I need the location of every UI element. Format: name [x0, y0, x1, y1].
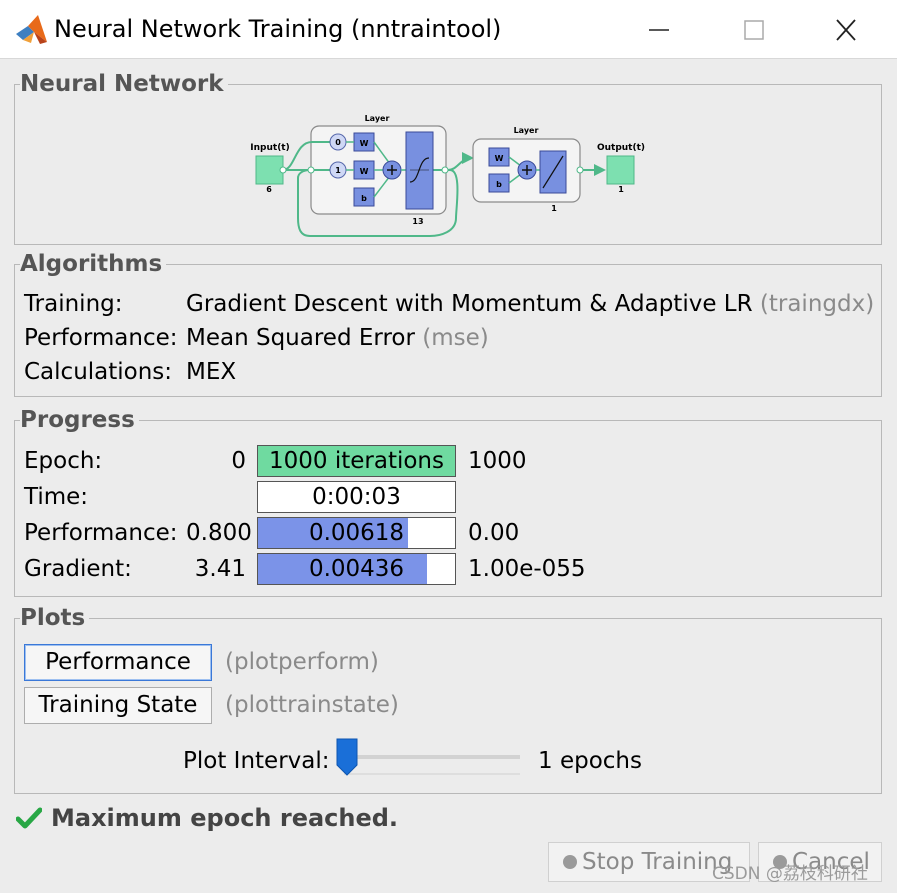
- plot-interval-value: 1 epochs: [538, 748, 642, 774]
- layer1-label: Layer: [365, 114, 390, 123]
- output-size: 1: [618, 185, 624, 194]
- plot-interval-label: Plot Interval:: [183, 748, 330, 774]
- performance-progress-bar: 0.00618: [257, 517, 456, 549]
- plots-heading: Plots: [20, 604, 90, 632]
- epoch-progress-bar: 1000 iterations: [257, 445, 456, 477]
- perf-end: 0.00: [468, 520, 520, 546]
- performance-bar-text: 0.00618: [308, 520, 405, 546]
- close-button[interactable]: [812, 8, 882, 52]
- output-label: Output(t): [597, 143, 645, 153]
- bias-label-2: b: [496, 180, 502, 189]
- epoch-label: Epoch:: [24, 448, 103, 474]
- performance-function: (mse): [422, 325, 489, 351]
- input-block: [255, 155, 284, 185]
- plot-interval-track[interactable]: [344, 755, 520, 759]
- calculations-label: Calculations:: [24, 359, 173, 385]
- algorithms-heading: Algorithms: [20, 250, 167, 278]
- gradient-end: 1.00e-055: [468, 556, 586, 582]
- maximize-icon: [744, 20, 764, 40]
- neural-network-heading: Neural Network: [20, 70, 228, 98]
- minimize-icon: [649, 29, 669, 31]
- title-bar: Neural Network Training (nntraintool): [0, 0, 897, 59]
- progress-heading: Progress: [20, 406, 139, 434]
- plot-interval-slider-thumb[interactable]: [336, 738, 358, 776]
- weight-label-3: W: [495, 154, 504, 163]
- training-label: Training:: [24, 291, 123, 317]
- weight-label-2: W: [360, 167, 369, 176]
- bias-label-1: b: [361, 194, 367, 203]
- delay-top: 0: [335, 138, 341, 147]
- stop-icon: [563, 855, 577, 869]
- plot-training-state-button[interactable]: Training State: [24, 687, 212, 724]
- layer2-size: 1: [551, 204, 557, 213]
- calculations-value: MEX: [186, 359, 237, 385]
- layer1-size: 13: [412, 217, 423, 226]
- performance-label: Performance:: [24, 325, 178, 351]
- slider-ticks: [344, 773, 520, 775]
- gradient-progress-bar: 0.00436: [257, 553, 456, 585]
- time-label: Time:: [24, 484, 89, 510]
- time-display: 0:00:03: [257, 481, 456, 513]
- minimize-button[interactable]: [625, 8, 695, 52]
- gradient-start: 3.41: [194, 556, 246, 582]
- perf-label: Performance:: [24, 520, 178, 546]
- network-diagram: Input(t) 6 Layer 13 0 1 W W b Layer 1 W …: [250, 114, 645, 237]
- epoch-end: 1000: [468, 448, 527, 474]
- stop-training-label: Stop Training: [582, 849, 733, 875]
- input-label: Input(t): [250, 143, 289, 153]
- plot-performance-button[interactable]: Performance: [24, 644, 212, 681]
- epoch-start: 0: [231, 448, 246, 474]
- performance-algorithm: Mean Squared Error: [186, 325, 415, 351]
- time-text: 0:00:03: [312, 484, 401, 510]
- watermark: CSDN @荔枝科研社: [712, 864, 868, 884]
- performance-value: Mean Squared Error (mse): [186, 324, 489, 352]
- checkmark-icon: [16, 807, 42, 829]
- perf-start: 0.800: [186, 520, 252, 546]
- window-title: Neural Network Training (nntraintool): [54, 15, 502, 43]
- gradient-label: Gradient:: [24, 556, 132, 582]
- gradient-bar-text: 0.00436: [308, 556, 405, 582]
- input-size: 6: [266, 185, 272, 194]
- close-icon: [836, 19, 856, 41]
- epoch-bar-text: 1000 iterations: [269, 448, 444, 474]
- plotperform-function: (plotperform): [225, 649, 379, 675]
- training-value: Gradient Descent with Momentum & Adaptiv…: [186, 290, 874, 318]
- status-message: Maximum epoch reached.: [51, 804, 399, 832]
- training-function: (traingdx): [759, 291, 875, 317]
- output-block: [606, 155, 635, 185]
- maximize-button[interactable]: [720, 8, 790, 52]
- matlab-logo-icon: [14, 14, 48, 46]
- plottrainstate-function: (plottrainstate): [225, 692, 399, 718]
- training-algorithm: Gradient Descent with Momentum & Adaptiv…: [186, 291, 753, 317]
- delay-bottom: 1: [335, 166, 341, 175]
- layer2-label: Layer: [514, 126, 539, 135]
- weight-label-1: W: [360, 139, 369, 148]
